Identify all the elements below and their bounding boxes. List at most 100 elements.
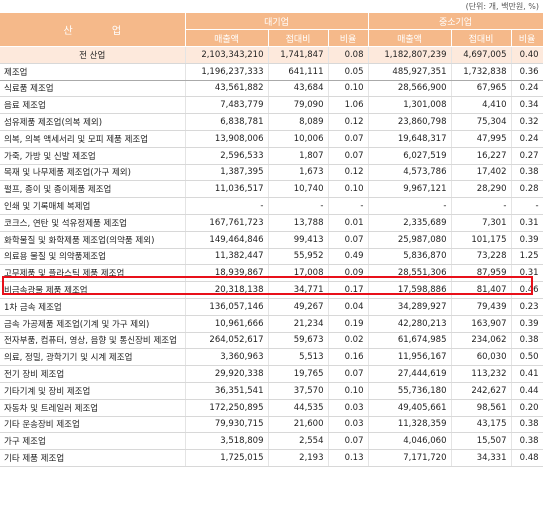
cell-s-ent: 101,175 bbox=[451, 231, 512, 249]
table-row: 인쇄 및 기록매체 복제업 - - - - - - bbox=[0, 197, 543, 215]
cell-s-ent: 47,995 bbox=[451, 130, 512, 148]
table-row: 1차 금속 제조업 136,057,146 49,267 0.04 34,289,927… bbox=[0, 298, 543, 316]
table-row: 금속 가공제품 제조업(기계 및 가구 제외) 10,961,666 21,234 0… bbox=[0, 315, 543, 333]
table-row: 가구 제조업 3,518,809 2,554 0.07 4,046,060 15,507 0… bbox=[0, 432, 543, 451]
cell-l-ent: 59,673 bbox=[268, 332, 329, 350]
cell-s-ratio: 0.27 bbox=[511, 147, 543, 165]
cell-l-sales: - bbox=[185, 197, 269, 215]
cell-name: 의료용 물질 및 의약품제조업 bbox=[0, 248, 186, 266]
table-row: 전자부품, 컴퓨터, 영상, 음향 및 통신장비 제조업 264,052,617 5… bbox=[0, 332, 543, 350]
cell-s-ratio: 0.38 bbox=[511, 164, 543, 182]
cell-s-sales: 49,405,661 bbox=[368, 399, 452, 417]
cell-l-ent: 43,684 bbox=[268, 80, 329, 98]
cell-s-ratio: 0.31 bbox=[511, 264, 543, 283]
cell-s-sales: - bbox=[368, 197, 452, 215]
cell-s-ratio: 0.41 bbox=[511, 365, 543, 383]
cell-l-sales: 11,382,447 bbox=[185, 248, 269, 266]
cell-name: 섬유제품 제조업(의복 제외) bbox=[0, 113, 186, 131]
cell-l-sales: 172,250,895 bbox=[185, 399, 269, 417]
cell-l-ent: 2,193 bbox=[268, 449, 329, 467]
table-row: 섬유제품 제조업(의복 제외) 6,838,781 8,089 0.12 23,860,… bbox=[0, 113, 543, 131]
cell-l-ratio: 0.10 bbox=[328, 180, 369, 199]
cell-l-sales: 43,561,882 bbox=[185, 80, 269, 98]
cell-name: 음료 제조업 bbox=[0, 96, 186, 115]
cell-s-ent: 79,439 bbox=[451, 298, 512, 316]
cell-s-ratio: 0.40 bbox=[511, 46, 543, 64]
cell-s-sales: 11,328,359 bbox=[368, 416, 452, 434]
cell-s-ratio: 0.20 bbox=[511, 399, 543, 417]
cell-l-ent: 10,740 bbox=[268, 180, 329, 199]
cell-s-ent: 15,507 bbox=[451, 432, 512, 451]
cell-s-ratio: 1.25 bbox=[511, 248, 543, 266]
cell-s-sales: 19,648,317 bbox=[368, 130, 452, 148]
cell-l-ratio: 0.07 bbox=[328, 231, 369, 249]
cell-l-ent: 99,413 bbox=[268, 231, 329, 249]
cell-l-sales: 10,961,666 bbox=[185, 315, 269, 333]
cell-l-ratio: 0.10 bbox=[328, 382, 369, 400]
cell-l-sales: 2,596,533 bbox=[185, 147, 269, 165]
cell-l-ent: 1,807 bbox=[268, 147, 329, 165]
cell-s-ent: 234,062 bbox=[451, 332, 512, 350]
cell-s-ratio: 0.23 bbox=[511, 298, 543, 316]
table-row: 기타기계 및 장비 제조업 36,351,541 37,570 0.10 55,736,… bbox=[0, 382, 543, 400]
cell-l-ratio: 0.01 bbox=[328, 214, 369, 232]
cell-s-ratio: 0.36 bbox=[511, 63, 543, 81]
cell-l-ent: 44,535 bbox=[268, 399, 329, 417]
cell-l-ratio: 0.04 bbox=[328, 298, 369, 316]
cell-l-ent: 1,741,847 bbox=[268, 46, 329, 64]
header-sme-sales: 매출액 bbox=[368, 29, 452, 47]
cell-l-ratio: - bbox=[328, 197, 369, 215]
cell-l-sales: 13,908,006 bbox=[185, 130, 269, 148]
cell-name: 제조업 bbox=[0, 63, 186, 81]
cell-s-sales: 42,280,213 bbox=[368, 315, 452, 333]
cell-s-ratio: 0.32 bbox=[511, 113, 543, 131]
cell-s-ratio: 0.24 bbox=[511, 130, 543, 148]
cell-l-ratio: 0.07 bbox=[328, 130, 369, 148]
cell-l-ratio: 0.17 bbox=[328, 281, 369, 299]
cell-l-ent: 5,513 bbox=[268, 348, 329, 367]
cell-s-ratio: 0.48 bbox=[511, 449, 543, 467]
table-body: 전 산업 2,103,343,210 1,741,847 0.08 1,182,807,… bbox=[0, 46, 543, 467]
cell-s-sales: 25,987,080 bbox=[368, 231, 452, 249]
cell-s-ratio: 0.44 bbox=[511, 382, 543, 400]
cell-s-ent: 4,697,005 bbox=[451, 46, 512, 64]
cell-s-ent: 34,331 bbox=[451, 449, 512, 467]
cell-s-ratio: 0.31 bbox=[511, 214, 543, 232]
cell-s-ratio: 0.28 bbox=[511, 180, 543, 199]
cell-name: 화학물질 및 화학제품 제조업(의약품 제외) bbox=[0, 231, 186, 249]
cell-s-sales: 7,171,720 bbox=[368, 449, 452, 467]
cell-name: 펄프, 종이 및 종이제품 제조업 bbox=[0, 180, 186, 199]
cell-name: 전자부품, 컴퓨터, 영상, 음향 및 통신장비 제조업 bbox=[0, 332, 186, 350]
cell-s-sales: 1,182,807,239 bbox=[368, 46, 452, 64]
cell-s-sales: 27,444,619 bbox=[368, 365, 452, 383]
cell-s-ent: 4,410 bbox=[451, 96, 512, 115]
cell-name: 목재 및 나무제품 제조업(가구 제외) bbox=[0, 164, 186, 182]
cell-l-ent: 79,090 bbox=[268, 96, 329, 115]
cell-l-ent: 19,765 bbox=[268, 365, 329, 383]
cell-s-ent: 7,301 bbox=[451, 214, 512, 232]
cell-s-sales: 6,027,519 bbox=[368, 147, 452, 165]
header-industry: 산 업 bbox=[0, 13, 186, 47]
cell-name: 의료, 정밀, 광학기기 및 시계 제조업 bbox=[0, 348, 186, 367]
table-row: 기타 운송장비 제조업 79,930,715 21,600 0.03 11,328,35… bbox=[0, 416, 543, 434]
table-row: 전 산업 2,103,343,210 1,741,847 0.08 1,182,807,… bbox=[0, 46, 543, 64]
cell-s-ent: 98,561 bbox=[451, 399, 512, 417]
cell-s-ratio: 0.34 bbox=[511, 96, 543, 115]
cell-l-ratio: 0.49 bbox=[328, 248, 369, 266]
cell-name: 가죽, 가방 및 신발 제조업 bbox=[0, 147, 186, 165]
cell-l-ent: 49,267 bbox=[268, 298, 329, 316]
cell-l-sales: 79,930,715 bbox=[185, 416, 269, 434]
header-large-sales: 매출액 bbox=[185, 29, 269, 47]
cell-s-ratio: 0.38 bbox=[511, 432, 543, 451]
cell-l-ratio: 0.08 bbox=[328, 46, 369, 64]
header-sme: 중소기업 bbox=[368, 13, 543, 30]
cell-l-ent: 1,673 bbox=[268, 164, 329, 182]
cell-s-ent: 73,228 bbox=[451, 248, 512, 266]
header-sme-entertainment: 접대비 bbox=[451, 29, 512, 47]
cell-s-ratio: 0.24 bbox=[511, 80, 543, 98]
table-row: 음료 제조업 7,483,779 79,090 1.06 1,301,008 4,410 0… bbox=[0, 96, 543, 115]
cell-l-ratio: 0.05 bbox=[328, 63, 369, 81]
cell-l-sales: 3,360,963 bbox=[185, 348, 269, 367]
cell-name: 코크스, 연탄 및 석유정제품 제조업 bbox=[0, 214, 186, 232]
cell-l-ent: - bbox=[268, 197, 329, 215]
